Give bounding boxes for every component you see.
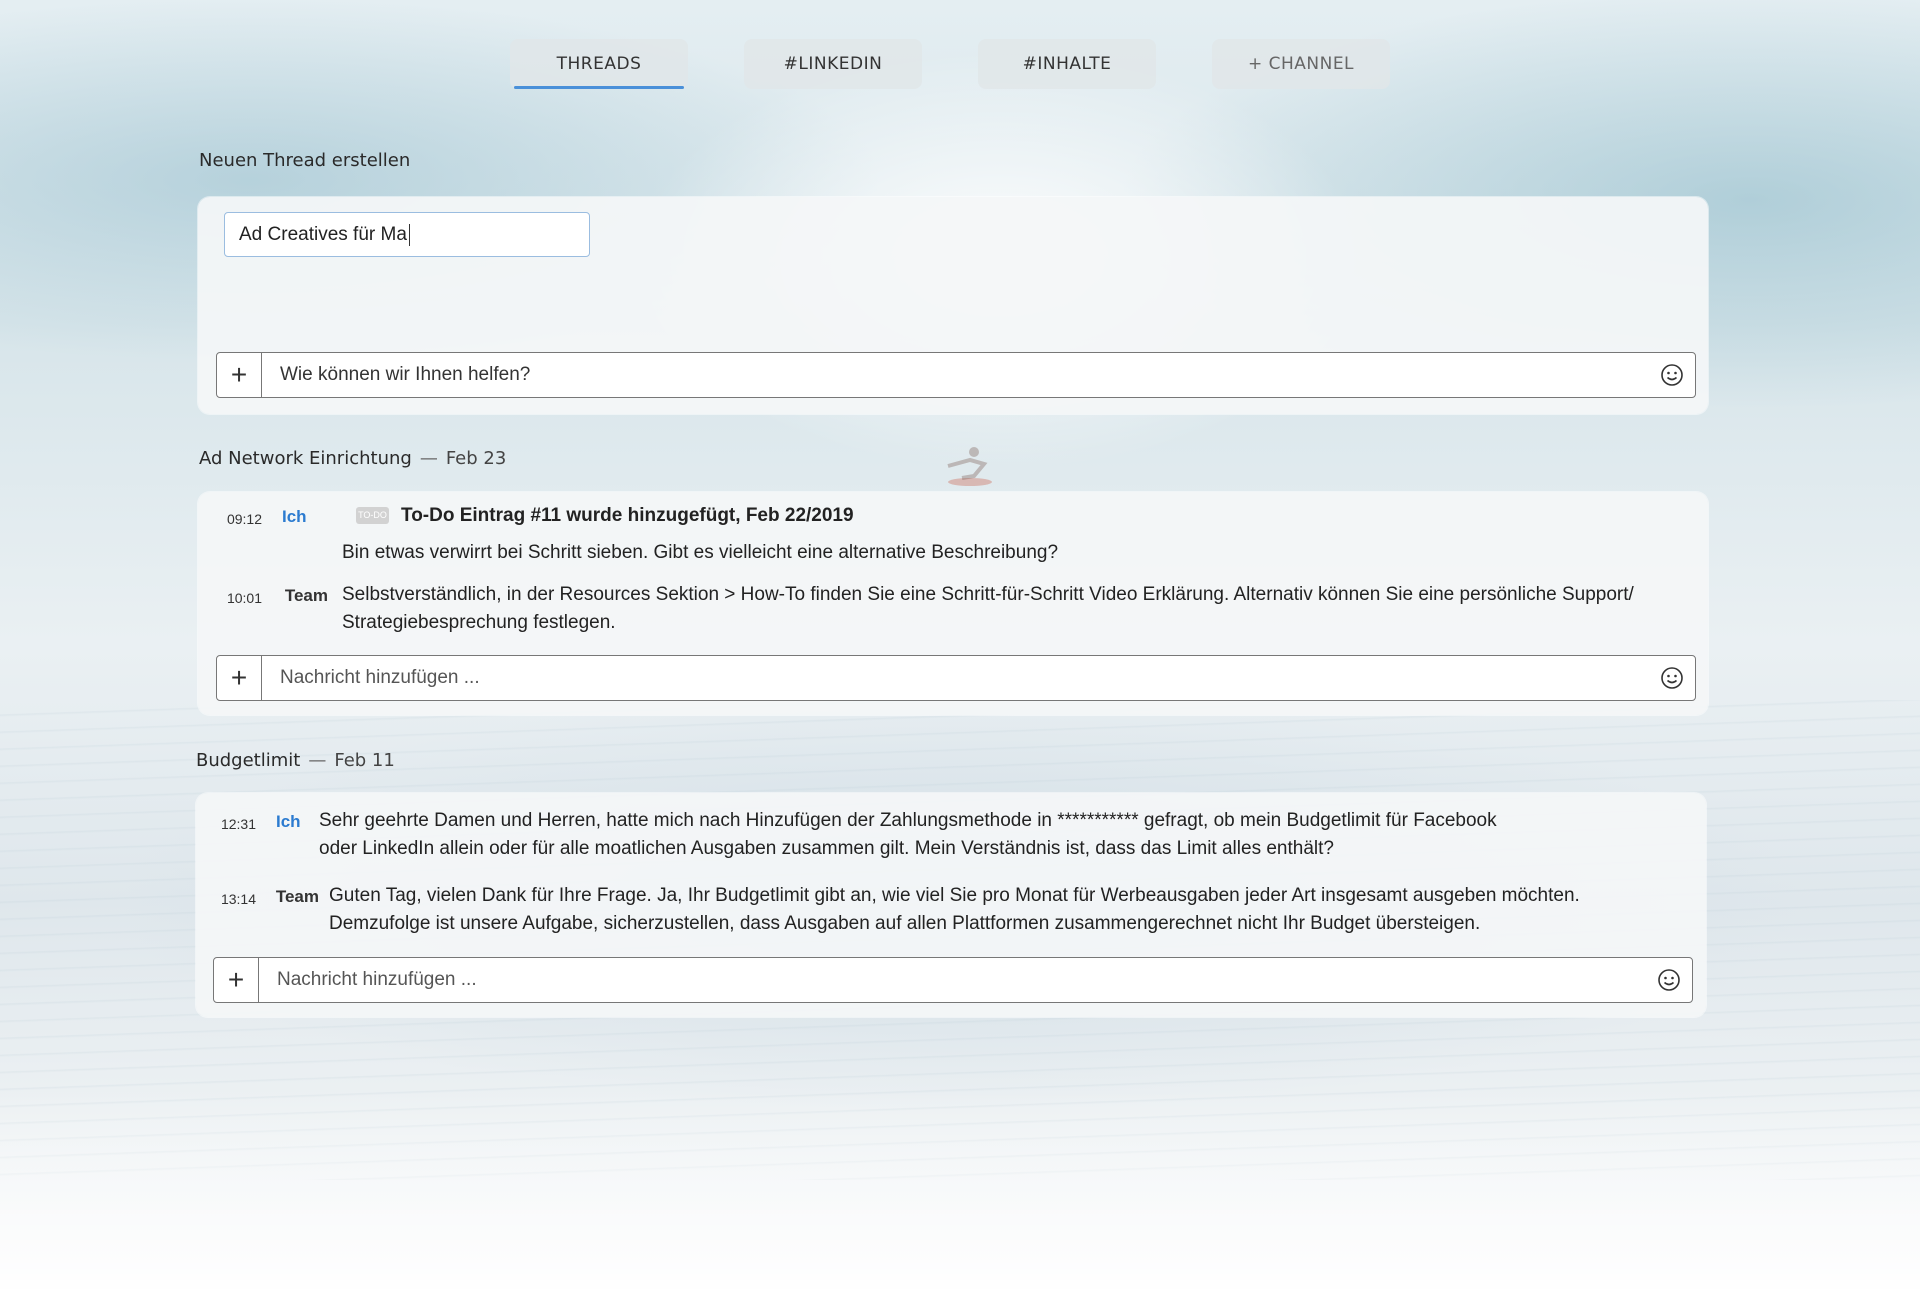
message-text: Sehr geehrte Damen und Herren, hatte mic…	[319, 810, 1497, 859]
reply-composer: + Nachricht hinzufügen ...	[216, 655, 1696, 701]
attach-button[interactable]: +	[217, 353, 262, 397]
emoji-button[interactable]	[1646, 958, 1692, 1002]
plus-icon: +	[227, 964, 245, 995]
thread-heading[interactable]: Ad Network Einrichtung — Feb 23	[199, 448, 506, 469]
message-time: 12:31	[220, 816, 256, 832]
plus-icon: +	[230, 662, 248, 693]
todo-badge-icon: TO-DO	[356, 507, 389, 525]
message-time	[198, 539, 280, 542]
message-author: Ich	[282, 507, 307, 526]
background-surfer-image	[947, 447, 992, 486]
message-text: Guten Tag, vielen Dank für Ihre Frage. J…	[329, 885, 1580, 934]
tab-threads[interactable]: THREADS	[510, 39, 688, 89]
message-author: Ich	[276, 812, 301, 831]
message: 13:14 Team Guten Tag, vielen Dank für Ih…	[196, 882, 1646, 938]
thread-date: Feb 23	[445, 448, 507, 469]
message: Bin etwas verwirrt bei Schritt sieben. G…	[198, 539, 1688, 567]
emoji-button[interactable]	[1649, 353, 1695, 397]
todo-entry: 09:12 Ich TO-DO To-Do Eintrag #11 wurde h…	[198, 502, 1688, 533]
attach-button[interactable]: +	[217, 656, 262, 700]
reply-input[interactable]: Nachricht hinzufügen ...	[259, 958, 1646, 1002]
message-time: 10:01	[226, 590, 262, 606]
text-caret	[408, 223, 410, 246]
message-author: Team	[275, 887, 319, 906]
thread-title: Budgetlimit	[196, 750, 301, 771]
attach-button[interactable]: +	[214, 958, 259, 1002]
smiley-icon	[1661, 364, 1683, 386]
thread-title-separator: —	[419, 448, 438, 469]
thread-date: Feb 11	[334, 750, 395, 771]
tab-inhalte[interactable]: #INHALTE	[978, 39, 1156, 89]
message-time: 09:12	[226, 511, 262, 527]
tab-linkedin[interactable]: #LINKEDIN	[744, 39, 922, 89]
message-text: Selbstverständlich, in der Resources Sek…	[342, 584, 1634, 633]
thread-card: 12:31 Ich Sehr geehrte Damen und Herren,…	[196, 793, 1706, 1017]
new-thread-composer: + Wie können wir Ihnen helfen?	[216, 352, 1696, 398]
thread-title-input[interactable]: Ad Creatives für Ma	[224, 212, 590, 257]
new-thread-heading: Neuen Thread erstellen	[199, 150, 411, 171]
message: 12:31 Ich Sehr geehrte Damen und Herren,…	[196, 807, 1526, 863]
plus-icon: +	[230, 359, 248, 390]
message-author: Team	[284, 586, 328, 605]
thread-card: 09:12 Ich TO-DO To-Do Eintrag #11 wurde h…	[198, 492, 1708, 715]
channel-tabs: THREADS #LINKEDIN #INHALTE + CHANNEL	[510, 39, 1390, 89]
emoji-button[interactable]	[1649, 656, 1695, 700]
reply-input[interactable]: Nachricht hinzufügen ...	[262, 656, 1649, 700]
smiley-icon	[1661, 667, 1683, 689]
thread-heading[interactable]: Budgetlimit — Feb 11	[196, 750, 395, 771]
thread-title: Ad Network Einrichtung	[199, 448, 412, 469]
reply-composer: + Nachricht hinzufügen ...	[213, 957, 1693, 1003]
thread-title-value: Ad Creatives für Ma	[239, 223, 407, 245]
message: 10:01 Team Selbstverständlich, in der Re…	[198, 581, 1688, 637]
tab-add-channel[interactable]: + CHANNEL	[1212, 39, 1390, 89]
message-author	[280, 539, 336, 540]
new-thread-card: Ad Creatives für Ma + Wie können wir Ihn…	[198, 197, 1708, 414]
background-fade	[0, 1089, 1920, 1289]
message-time: 13:14	[220, 891, 256, 907]
message-text: Bin etwas verwirrt bei Schritt sieben. G…	[342, 542, 1059, 563]
thread-title-separator: —	[308, 750, 327, 771]
todo-title[interactable]: To-Do Eintrag #11 wurde hinzugefügt, Feb…	[401, 505, 854, 526]
smiley-icon	[1658, 969, 1680, 991]
new-thread-message-input[interactable]: Wie können wir Ihnen helfen?	[262, 353, 1649, 397]
